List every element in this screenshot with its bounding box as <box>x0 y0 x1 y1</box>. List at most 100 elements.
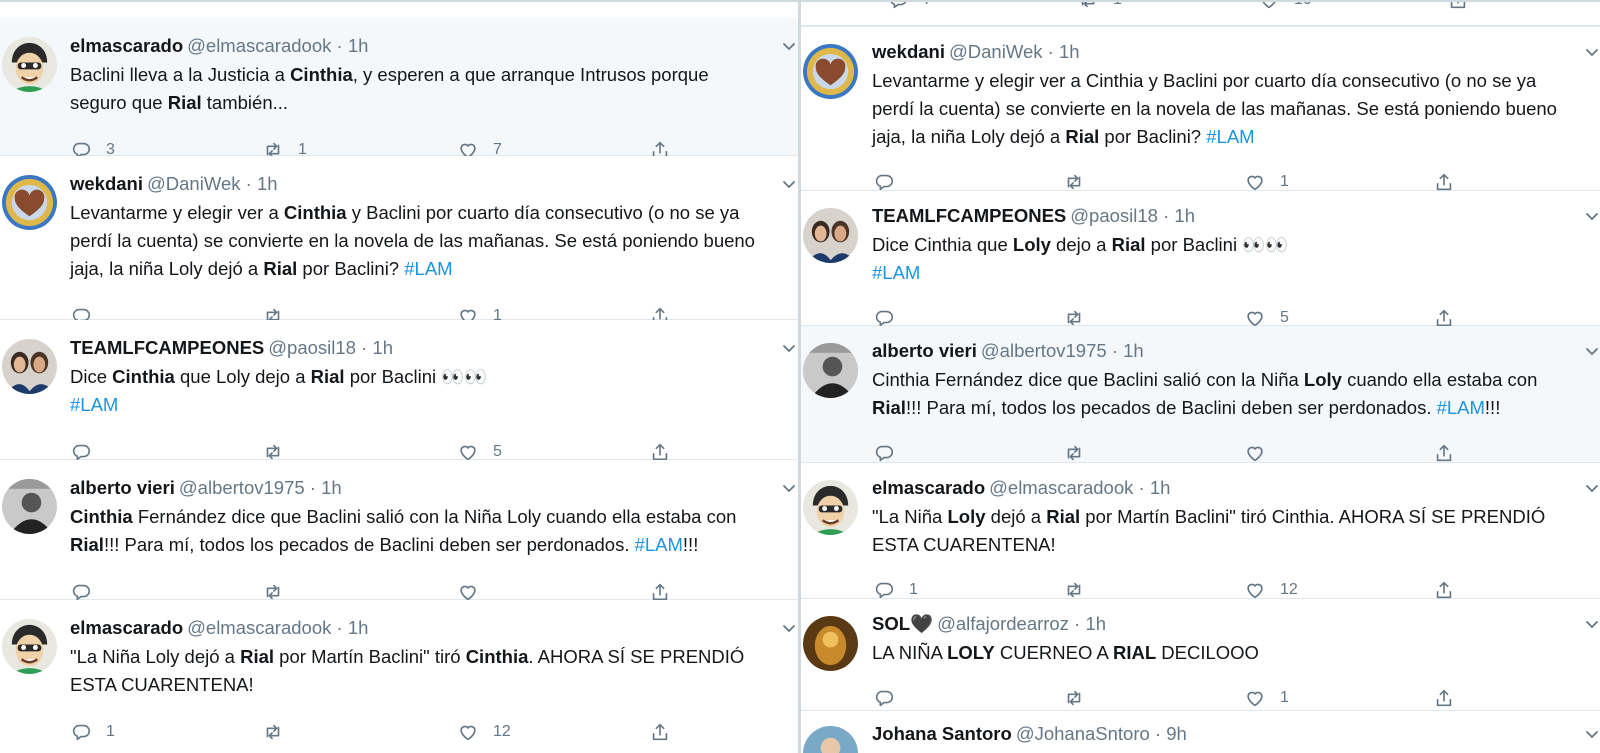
user-handle[interactable]: @DaniWek <box>949 41 1043 62</box>
display-name[interactable]: elmascarado <box>70 35 183 56</box>
like-button[interactable]: 12 <box>1244 579 1298 601</box>
user-handle[interactable]: @JohanaSntoro <box>1016 723 1150 744</box>
avatar[interactable] <box>2 37 57 92</box>
share-button[interactable] <box>1433 579 1455 601</box>
tweet[interactable]: wekdani @DaniWek · 1h Levantarme y elegir … <box>0 156 798 325</box>
share-button[interactable] <box>649 721 671 743</box>
chevron-down-icon[interactable] <box>782 177 796 191</box>
tweet[interactable]: alberto vieri @albertov1975 · 1h Cinthia F… <box>801 326 1600 463</box>
avatar[interactable] <box>2 339 57 394</box>
avatar[interactable] <box>803 343 858 398</box>
user-handle[interactable]: @DaniWek <box>147 173 241 194</box>
tweet[interactable]: Johana Santoro @JohanaSntoro · 9h <box>801 711 1600 753</box>
avatar[interactable] <box>803 208 858 263</box>
like-button[interactable]: 1 <box>1244 171 1289 193</box>
hashtag-link[interactable]: #LAM <box>872 262 920 283</box>
tweet[interactable]: elmascarado @elmascaradook · 1h "La Niña L… <box>0 600 798 753</box>
tweet-time[interactable]: 9h <box>1166 723 1187 744</box>
avatar[interactable] <box>803 616 858 671</box>
tweet[interactable]: SOL🖤 @alfajordearroz · 1h LA NIÑA LOLY CUE… <box>801 599 1600 711</box>
display-name[interactable]: elmascarado <box>70 617 183 638</box>
chevron-down-icon[interactable] <box>1585 727 1599 741</box>
hashtag-link[interactable]: #LAM <box>70 394 118 415</box>
display-name[interactable]: wekdani <box>872 41 945 62</box>
like-button[interactable]: 12 <box>457 721 511 743</box>
hashtag-link[interactable]: #LAM <box>404 258 452 279</box>
retweet-button[interactable] <box>262 721 298 743</box>
reply-button[interactable] <box>873 687 909 709</box>
chevron-down-icon[interactable] <box>1585 45 1599 59</box>
share-button[interactable] <box>1433 687 1455 709</box>
display-name[interactable]: alberto vieri <box>872 340 977 361</box>
tweet-time[interactable]: 1h <box>257 173 278 194</box>
tweet-text: Cinthia Fernández dice que Baclini salió… <box>70 503 736 559</box>
tweet[interactable]: TEAMLFCAMPEONES @paosil18 · 1h Dice Cinthi… <box>801 191 1600 327</box>
retweet-button[interactable] <box>1063 579 1099 601</box>
reply-button[interactable]: 7 <box>873 2 932 11</box>
user-handle[interactable]: @elmascaradook <box>187 617 331 638</box>
chevron-down-icon[interactable] <box>782 341 796 355</box>
chevron-down-icon[interactable] <box>1585 209 1599 223</box>
hashtag-link[interactable]: #LAM <box>1437 397 1485 418</box>
tweet[interactable]: wekdani @DaniWek · 1h Levantarme y elegir … <box>801 27 1600 191</box>
tweet-time[interactable]: 1h <box>1059 41 1080 62</box>
text-segment: por Baclini 👀👀 <box>344 366 488 387</box>
retweet-button[interactable] <box>1063 171 1099 193</box>
tweet[interactable]: TEAMLFCAMPEONES @paosil18 · 1h Dice Cinthi… <box>0 320 798 461</box>
tweet-time[interactable]: 1h <box>321 477 342 498</box>
share-button[interactable] <box>1433 171 1455 193</box>
tweet-time[interactable]: 1h <box>1174 205 1195 226</box>
share-button[interactable] <box>1433 2 1469 11</box>
user-handle[interactable]: @paosil18 <box>268 337 356 358</box>
reply-button[interactable] <box>873 442 909 464</box>
tweet-time[interactable]: 1h <box>372 337 393 358</box>
avatar[interactable] <box>2 619 57 674</box>
tweet-time[interactable]: 1h <box>348 617 369 638</box>
tweet[interactable]: elmascarado @elmascaradook · 1h "La Niña L… <box>801 463 1600 599</box>
tweet-time[interactable]: 1h <box>1150 477 1171 498</box>
avatar[interactable] <box>803 726 858 753</box>
tweet[interactable]: alberto vieri @albertov1975 · 1h Cinthia F… <box>0 460 798 601</box>
chevron-down-icon[interactable] <box>782 621 796 635</box>
chevron-down-icon[interactable] <box>782 39 796 53</box>
display-name[interactable]: alberto vieri <box>70 477 175 498</box>
display-name[interactable]: TEAMLFCAMPEONES <box>70 337 264 358</box>
chevron-down-icon[interactable] <box>1585 617 1599 631</box>
display-name[interactable]: wekdani <box>70 173 143 194</box>
user-handle[interactable]: @paosil18 <box>1070 205 1158 226</box>
avatar[interactable] <box>2 175 57 230</box>
chevron-down-icon[interactable] <box>1585 481 1599 495</box>
tweet-time[interactable]: 1h <box>1123 340 1144 361</box>
tweet-text: Dice Cinthia que Loly dejo a Rial por Ba… <box>70 363 487 419</box>
user-handle[interactable]: @elmascaradook <box>989 477 1133 498</box>
retweet-button[interactable]: 1 <box>1063 2 1122 11</box>
user-handle[interactable]: @albertov1975 <box>981 340 1107 361</box>
tweet-time[interactable]: 1h <box>348 35 369 56</box>
avatar[interactable] <box>803 480 858 535</box>
display-name[interactable]: TEAMLFCAMPEONES <box>872 205 1066 226</box>
retweet-button[interactable] <box>1063 442 1099 464</box>
chevron-down-icon[interactable] <box>782 481 796 495</box>
reply-button[interactable]: 1 <box>873 579 918 601</box>
user-handle[interactable]: @albertov1975 <box>179 477 305 498</box>
tweet-time[interactable]: 1h <box>1085 613 1106 634</box>
hashtag-link[interactable]: #LAM <box>635 534 683 555</box>
reply-button[interactable] <box>873 171 909 193</box>
like-button[interactable]: 10 <box>1244 2 1312 11</box>
tweet[interactable]: elmascarado @elmascaradook · 1h Baclini ll… <box>0 18 798 159</box>
display-name[interactable]: Johana Santoro <box>872 723 1012 744</box>
user-handle[interactable]: @alfajordearroz <box>937 613 1069 634</box>
reply-button[interactable]: 1 <box>70 721 115 743</box>
like-button[interactable] <box>1244 442 1280 464</box>
user-handle[interactable]: @elmascaradook <box>187 35 331 56</box>
hashtag-link[interactable]: #LAM <box>1206 126 1254 147</box>
display-name[interactable]: SOL🖤 <box>872 613 933 634</box>
share-button[interactable] <box>1433 442 1455 464</box>
like-count: 5 <box>493 443 502 460</box>
avatar[interactable] <box>2 479 57 534</box>
like-button[interactable]: 1 <box>1244 687 1289 709</box>
avatar[interactable] <box>803 44 858 99</box>
chevron-down-icon[interactable] <box>1585 344 1599 358</box>
display-name[interactable]: elmascarado <box>872 477 985 498</box>
retweet-button[interactable] <box>1063 687 1099 709</box>
